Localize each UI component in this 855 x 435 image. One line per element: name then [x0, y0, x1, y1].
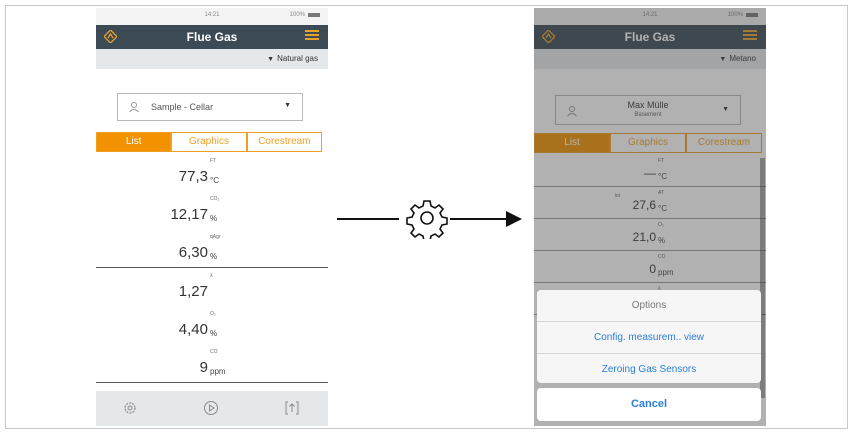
zeroing-gas-sensors-option[interactable]: Zeroing Gas Sensors	[537, 354, 761, 383]
menu-icon[interactable]	[305, 30, 319, 43]
reading-unit: °C	[210, 176, 219, 185]
triangle-down-icon: ▼	[267, 56, 274, 63]
reading-row: 77,3 FT °C	[96, 153, 328, 191]
reading-value: 12,17	[170, 206, 208, 223]
battery-percent: 100%	[290, 12, 305, 18]
reading-param: λ	[210, 273, 213, 279]
readings-list: 77,3 FT °C 12,17 CO₂ % 6,30 qAgr % 1,27 …	[96, 153, 328, 383]
reading-row: 1,27 λ	[96, 267, 328, 306]
reading-unit: %	[210, 329, 217, 338]
reading-param: CO	[210, 349, 218, 355]
caret-down-icon: ▼	[284, 102, 291, 109]
reading-param: O₂	[210, 311, 216, 317]
reading-unit: %	[210, 214, 217, 223]
view-tabs: List Graphics Corestream	[96, 132, 322, 152]
tab-corestream[interactable]: Corestream	[247, 132, 322, 152]
cancel-button[interactable]: Cancel	[537, 388, 761, 421]
fuel-selector[interactable]: ▼Natural gas	[267, 54, 318, 63]
reading-row: 12,17 CO₂ %	[96, 191, 328, 229]
reading-param: qAgr	[210, 234, 221, 240]
tab-list[interactable]: List	[96, 132, 171, 152]
left-phone-screen: 14:21 100% Flue Gas ▼Natural gas Sample …	[96, 8, 328, 426]
location-label: Sample - Cellar	[151, 102, 213, 112]
config-measurement-view-option[interactable]: Config. measurem.. view	[537, 322, 761, 354]
location-dropdown[interactable]: Sample - Cellar ▼	[117, 93, 303, 121]
gear-icon	[406, 197, 448, 239]
right-phone-screen: 14:21 100% Flue Gas ▼Metano Max Mülle Ba…	[534, 8, 766, 426]
bottom-toolbar	[96, 391, 328, 426]
battery-indicator: 100%	[290, 12, 320, 18]
page-title: Flue Gas	[96, 30, 328, 44]
flow-line	[337, 218, 399, 220]
reading-param: CO₂	[210, 196, 219, 202]
reading-value: 6,30	[179, 244, 208, 261]
fuel-label: Natural gas	[277, 54, 318, 63]
reading-value: 1,27	[179, 283, 208, 300]
export-icon[interactable]	[284, 400, 300, 416]
reading-value: 77,3	[179, 168, 208, 185]
reading-value: 9	[200, 359, 208, 376]
tab-graphics[interactable]: Graphics	[171, 132, 246, 152]
reading-value: 4,40	[179, 321, 208, 338]
sheet-header: Options	[537, 290, 761, 322]
reading-param: FT	[210, 158, 216, 164]
status-bar: 14:21 100%	[96, 8, 328, 25]
flow-arrow	[450, 218, 508, 220]
reading-row: 6,30 qAgr %	[96, 229, 328, 267]
user-icon	[128, 101, 140, 113]
arrow-head-icon	[506, 211, 522, 227]
reading-unit: ppm	[210, 367, 226, 376]
options-action-sheet: Options Config. measurem.. view Zeroing …	[537, 290, 761, 383]
reading-row: 4,40 O₂ %	[96, 306, 328, 344]
app-header: Flue Gas	[96, 25, 328, 49]
reading-unit: %	[210, 252, 217, 261]
fuel-bar[interactable]: ▼Natural gas	[96, 49, 328, 69]
play-icon[interactable]	[203, 400, 219, 416]
battery-icon	[308, 13, 320, 17]
reading-row: 9 CO ppm	[96, 344, 328, 383]
settings-icon[interactable]	[122, 400, 138, 416]
